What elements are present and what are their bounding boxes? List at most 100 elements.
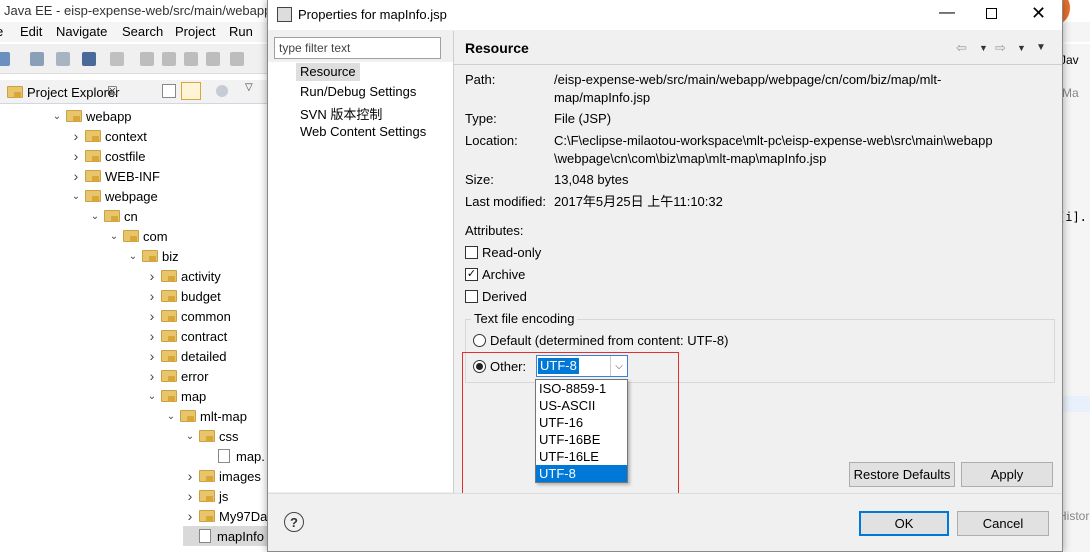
page-menu-icon[interactable]: ▼ bbox=[1036, 42, 1046, 53]
editor-tab[interactable]: Ma bbox=[1062, 86, 1079, 100]
menu-file[interactable]: e bbox=[0, 24, 3, 39]
checkbox-box[interactable]: ✓ bbox=[465, 268, 478, 281]
chevron-down-icon[interactable]: ⌄ bbox=[50, 109, 64, 123]
chevron-right-icon[interactable]: › bbox=[145, 328, 159, 344]
menu-run[interactable]: Run bbox=[229, 24, 253, 39]
tree-item-label: js bbox=[219, 488, 229, 504]
tree-item[interactable]: ⌄ biz bbox=[126, 246, 179, 266]
minimize-icon[interactable]: — bbox=[939, 4, 955, 22]
help-icon[interactable]: ? bbox=[284, 512, 304, 532]
maximize-icon[interactable] bbox=[986, 8, 997, 19]
tree-item[interactable]: › WEB-INF bbox=[69, 166, 160, 186]
tree-item[interactable]: mapInfo bbox=[183, 526, 270, 546]
nav-web-content[interactable]: Web Content Settings bbox=[296, 123, 430, 141]
nav-svn[interactable]: SVN 版本控制 bbox=[296, 103, 386, 122]
forward-dropdown-icon[interactable]: ▼ bbox=[1017, 43, 1026, 53]
menu-navigate[interactable]: Navigate bbox=[56, 24, 107, 39]
folder-icon bbox=[142, 250, 158, 262]
chevron-down-icon[interactable]: ⌄ bbox=[107, 229, 121, 243]
close-icon[interactable]: ☒ bbox=[107, 84, 118, 98]
tree-item[interactable]: › images bbox=[183, 466, 261, 486]
chevron-down-icon[interactable]: ⌄ bbox=[145, 389, 159, 403]
page-title: Resource bbox=[465, 40, 529, 56]
suspend-icon[interactable] bbox=[162, 52, 176, 66]
menu-search[interactable]: Search bbox=[122, 24, 163, 39]
view-menu-icon[interactable]: ▽ bbox=[245, 82, 253, 93]
save-icon[interactable] bbox=[30, 52, 44, 66]
tree-item[interactable]: › costfile bbox=[69, 146, 146, 166]
folder-icon bbox=[85, 170, 101, 182]
tree-item[interactable]: › detailed bbox=[145, 346, 227, 366]
project-explorer-tab[interactable]: Project Explorer bbox=[7, 85, 119, 100]
save-all-icon[interactable] bbox=[56, 52, 70, 66]
chevron-right-icon[interactable]: › bbox=[183, 468, 197, 484]
archive-checkbox[interactable]: ✓ Archive bbox=[465, 267, 525, 282]
ok-button[interactable]: OK bbox=[859, 511, 949, 536]
tree-item[interactable]: ⌄ com bbox=[107, 226, 168, 246]
chevron-right-icon[interactable]: › bbox=[69, 168, 83, 184]
chevron-right-icon[interactable]: › bbox=[145, 308, 159, 324]
tree-item[interactable]: ⌄ webapp bbox=[50, 106, 132, 126]
derived-checkbox[interactable]: Derived bbox=[465, 289, 527, 304]
forward-arrow-icon[interactable]: ⇨ bbox=[995, 40, 1006, 56]
chevron-right-icon[interactable]: › bbox=[69, 148, 83, 164]
close-icon[interactable]: ✕ bbox=[1031, 3, 1046, 24]
pane-divider[interactable] bbox=[453, 31, 454, 493]
default-encoding-radio[interactable]: Default (determined from content: UTF-8) bbox=[473, 333, 728, 348]
tree-item[interactable]: map. bbox=[202, 446, 265, 466]
chevron-right-icon[interactable]: › bbox=[183, 488, 197, 504]
checkbox-box[interactable] bbox=[465, 246, 478, 259]
menu-project[interactable]: Project bbox=[175, 24, 215, 39]
tree-item[interactable]: ⌄ mlt-map bbox=[164, 406, 247, 426]
chevron-right-icon[interactable]: › bbox=[69, 128, 83, 144]
chevron-down-icon[interactable]: ⌄ bbox=[164, 409, 178, 423]
tree-item[interactable]: ⌄ webpage bbox=[69, 186, 158, 206]
tree-item[interactable]: › js bbox=[183, 486, 229, 506]
tree-item[interactable]: ⌄ css bbox=[183, 426, 239, 446]
chevron-down-icon[interactable]: ⌄ bbox=[69, 189, 83, 203]
chevron-down-icon[interactable]: ⌄ bbox=[126, 249, 140, 263]
tree-item[interactable]: › activity bbox=[145, 266, 221, 286]
chevron-down-icon[interactable]: ⌄ bbox=[183, 429, 197, 443]
nav-run-debug[interactable]: Run/Debug Settings bbox=[296, 83, 420, 101]
terminal-icon[interactable] bbox=[82, 52, 96, 66]
tree-item[interactable]: › error bbox=[145, 366, 209, 386]
back-dropdown-icon[interactable]: ▼ bbox=[979, 43, 988, 53]
filter-input[interactable] bbox=[274, 37, 441, 59]
read-only-checkbox[interactable]: Read-only bbox=[465, 245, 541, 260]
link-with-editor-icon[interactable] bbox=[181, 82, 201, 100]
tree-item[interactable]: › context bbox=[69, 126, 147, 146]
encoding-group-label: Text file encoding bbox=[471, 311, 578, 326]
radio-button[interactable] bbox=[473, 334, 486, 347]
new-icon[interactable] bbox=[0, 52, 10, 66]
chevron-down-icon[interactable]: ⌄ bbox=[88, 209, 102, 223]
chevron-right-icon[interactable]: › bbox=[145, 288, 159, 304]
back-arrow-icon[interactable]: ⇦ bbox=[956, 40, 967, 56]
tree-item[interactable]: › My97Da bbox=[183, 506, 268, 526]
tree-item[interactable]: › budget bbox=[145, 286, 221, 306]
menu-edit[interactable]: Edit bbox=[20, 24, 42, 39]
nav-resource[interactable]: Resource bbox=[296, 63, 360, 81]
folder-icon bbox=[161, 350, 177, 362]
tree-item[interactable]: ⌄ map bbox=[145, 386, 207, 406]
disconnect-icon[interactable] bbox=[206, 52, 220, 66]
restore-defaults-button[interactable]: Restore Defaults bbox=[849, 462, 955, 487]
apply-button[interactable]: Apply bbox=[961, 462, 1053, 487]
chevron-right-icon[interactable]: › bbox=[183, 508, 197, 524]
cancel-button[interactable]: Cancel bbox=[957, 511, 1049, 536]
skip-breakpoints-icon[interactable] bbox=[110, 52, 124, 66]
collapse-all-icon[interactable] bbox=[162, 84, 176, 98]
terminate-icon[interactable] bbox=[184, 52, 198, 66]
tree-item[interactable]: › common bbox=[145, 306, 231, 326]
chevron-right-icon[interactable]: › bbox=[145, 268, 159, 284]
chevron-right-icon[interactable]: › bbox=[145, 348, 159, 364]
resume-icon[interactable] bbox=[140, 52, 154, 66]
step-into-icon[interactable] bbox=[230, 52, 244, 66]
path-value-line1: /eisp-expense-web/src/main/webapp/webpag… bbox=[554, 72, 942, 87]
tree-item[interactable]: › contract bbox=[145, 326, 228, 346]
chevron-right-icon[interactable]: › bbox=[145, 368, 159, 384]
tree-item[interactable]: ⌄ cn bbox=[88, 206, 138, 226]
tree-item-label: contract bbox=[181, 328, 228, 344]
checkbox-box[interactable] bbox=[465, 290, 478, 303]
focus-icon[interactable] bbox=[216, 85, 228, 97]
